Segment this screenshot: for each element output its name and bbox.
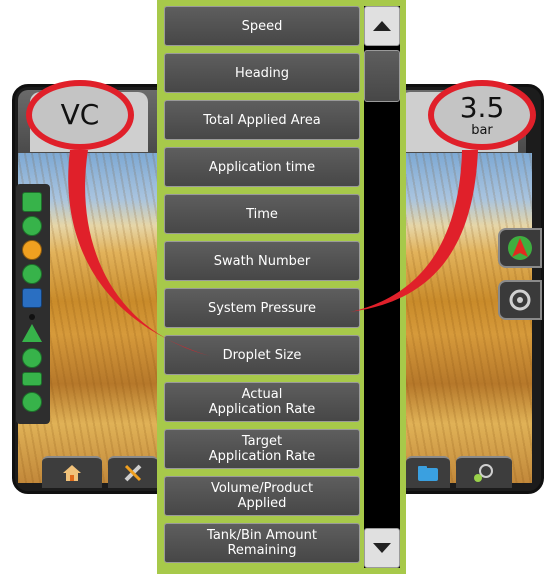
option-speed[interactable]: Speed <box>164 6 360 46</box>
folder-icon <box>418 466 438 481</box>
rate-icon[interactable] <box>22 264 42 284</box>
scroll-up-button[interactable] <box>364 6 400 46</box>
home-button[interactable] <box>42 456 102 488</box>
boom-icon[interactable] <box>22 192 42 212</box>
folder-button[interactable] <box>406 456 450 488</box>
scroll-thumb[interactable] <box>364 50 400 102</box>
option-droplet-size[interactable]: Droplet Size <box>164 335 360 375</box>
steering-icon[interactable] <box>22 324 42 342</box>
option-heading[interactable]: Heading <box>164 53 360 93</box>
gps-button[interactable] <box>456 456 512 488</box>
option-total-applied-area[interactable]: Total Applied Area <box>164 100 360 140</box>
tank-icon[interactable] <box>22 288 42 308</box>
pressure-value: 3.5 <box>459 90 505 124</box>
link-icon[interactable] <box>22 392 42 412</box>
option-swath-number[interactable]: Swath Number <box>164 241 360 281</box>
droplet-icon[interactable] <box>22 348 42 368</box>
droplet-size-readout[interactable]: VC <box>26 80 134 150</box>
home-icon <box>63 465 81 481</box>
target-button[interactable] <box>498 280 542 320</box>
guidance-arrow-icon <box>508 236 532 260</box>
option-volume-product-applied[interactable]: Volume/Product Applied <box>164 476 360 516</box>
guidance-button[interactable] <box>498 228 542 268</box>
option-tank-bin-amount-remaining[interactable]: Tank/Bin Amount Remaining <box>164 523 360 563</box>
option-time[interactable]: Time <box>164 194 360 234</box>
option-system-pressure[interactable]: System Pressure <box>164 288 360 328</box>
warning-icon[interactable] <box>22 240 42 260</box>
section-icon[interactable] <box>22 216 42 236</box>
list-scrollbar[interactable] <box>364 6 400 568</box>
droplet-size-value: VC <box>60 98 100 131</box>
tools-icon <box>124 464 142 482</box>
scroll-down-button[interactable] <box>364 528 400 568</box>
triangle-down-icon <box>373 543 391 553</box>
left-toolbar <box>16 184 50 424</box>
gps-icon <box>474 464 493 482</box>
target-icon <box>509 289 531 311</box>
option-application-time[interactable]: Application time <box>164 147 360 187</box>
implement-icon[interactable] <box>22 372 42 386</box>
option-target-application-rate[interactable]: Target Application Rate <box>164 429 360 469</box>
triangle-up-icon <box>373 21 391 31</box>
system-pressure-readout[interactable]: 3.5 bar <box>428 80 536 150</box>
option-actual-application-rate[interactable]: Actual Application Rate <box>164 382 360 422</box>
tools-button[interactable] <box>108 456 158 488</box>
dot-icon <box>29 314 35 320</box>
pressure-unit: bar <box>471 122 493 138</box>
